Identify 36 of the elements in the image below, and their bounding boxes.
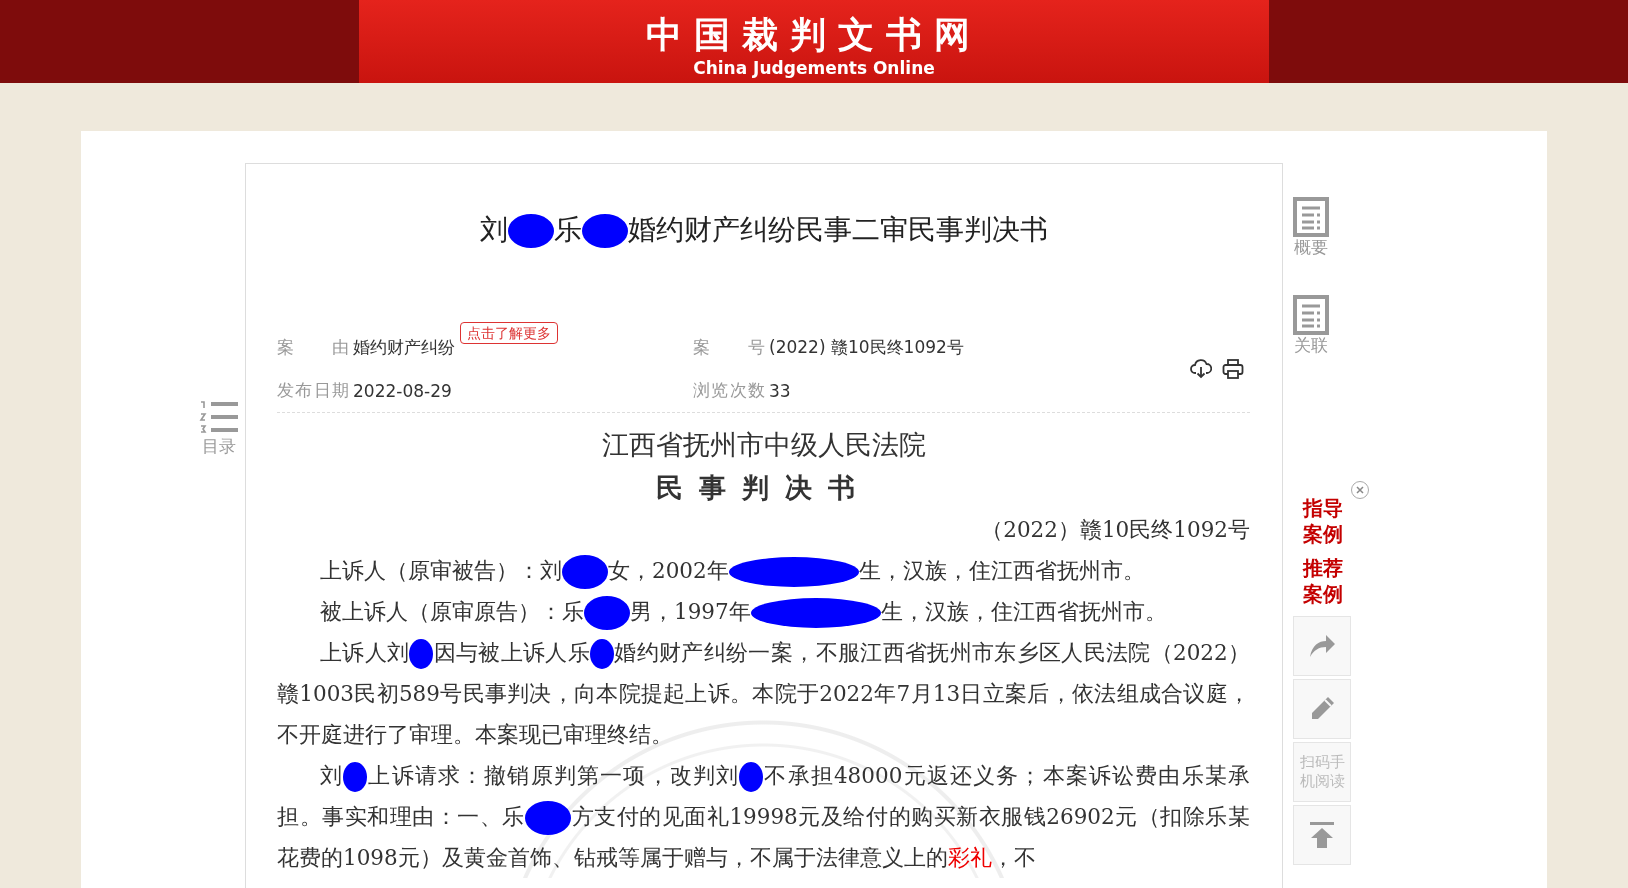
meta-value: 婚约财产纠纷 (353, 336, 455, 359)
print-icon[interactable] (1222, 359, 1244, 379)
meta-label: 案 号 (693, 336, 765, 359)
site-title: 中国裁判文书网 (646, 13, 982, 57)
document-type: 民事判决书 (655, 471, 872, 505)
meta-label: 案 由 (277, 336, 349, 359)
document-list-icon (1293, 197, 1329, 237)
side-nav-label[interactable]: 概要 (1294, 237, 1328, 257)
document-title: 刘 乐 婚约财产纠纷民事二审民事判决书 (478, 212, 1049, 250)
tool-button[interactable] (1293, 616, 1351, 676)
meta-value: 2022-08-29 (353, 380, 452, 401)
case-link[interactable]: 推荐案例 (1303, 555, 1343, 607)
tool-button[interactable] (1293, 679, 1351, 739)
download-icon[interactable] (1190, 359, 1212, 379)
numbered-list-icon[interactable] (199, 399, 239, 435)
paragraph: 刘 上诉请求：撤销原判第一项，改判刘 不承担48000元返还义务；本案诉讼费由乐某承担。事实和理由：一、乐 方支付的见面礼19998元及给付的购买新衣服钱26902元（扣除乐某花费的1098元）及黄金首饰、钻戒等属于赠与，不属于法律意义上的彩礼，不 (277, 761, 1250, 872)
meta-label: 发布日期 (277, 379, 349, 402)
document-list-icon (1293, 295, 1329, 335)
site-subtitle: China Judgements Online (693, 57, 935, 79)
paragraph: 上诉人（原审被告）：刘 女，2002年 生，汉族，住江西省抚州市。 (277, 550, 1250, 591)
share-arrow-icon (1308, 633, 1336, 659)
paragraph: 上诉人刘 因与被上诉人乐 婚约财产纠纷一案，不服江西省抚州市东乡区人民法院（2022）赣1003民初589号民事判决，向本院提起上诉。本院于2022年7月13日立案后，依法组成合议庭，不开庭进行了审理。本案现已审理终结。 (277, 638, 1250, 749)
side-nav-label[interactable]: 关联 (1294, 335, 1328, 355)
meta-value: 33 (769, 380, 791, 401)
arrow-up-icon (1309, 821, 1335, 849)
case-link[interactable]: 指导案例 (1303, 495, 1343, 547)
mobile-read-button[interactable]: 扫码手机阅读 (1293, 742, 1351, 802)
meta-label: 浏览次数 (693, 379, 765, 402)
toc-label[interactable]: 目录 (202, 435, 236, 458)
court-name: 江西省抚州市中级人民法院 (600, 428, 927, 462)
paragraph: 被上诉人（原审原告）：乐 男，1997年 生，汉族，住江西省抚州市。 (277, 591, 1250, 632)
learn-more-tag[interactable]: 点击了解更多 (460, 322, 558, 344)
tool-button[interactable] (1293, 805, 1351, 865)
close-icon[interactable] (1351, 481, 1369, 499)
meta-value: (2022) 赣10民终1092号 (769, 336, 964, 359)
case-number: （2022）赣10民终1092号 (980, 516, 1250, 544)
